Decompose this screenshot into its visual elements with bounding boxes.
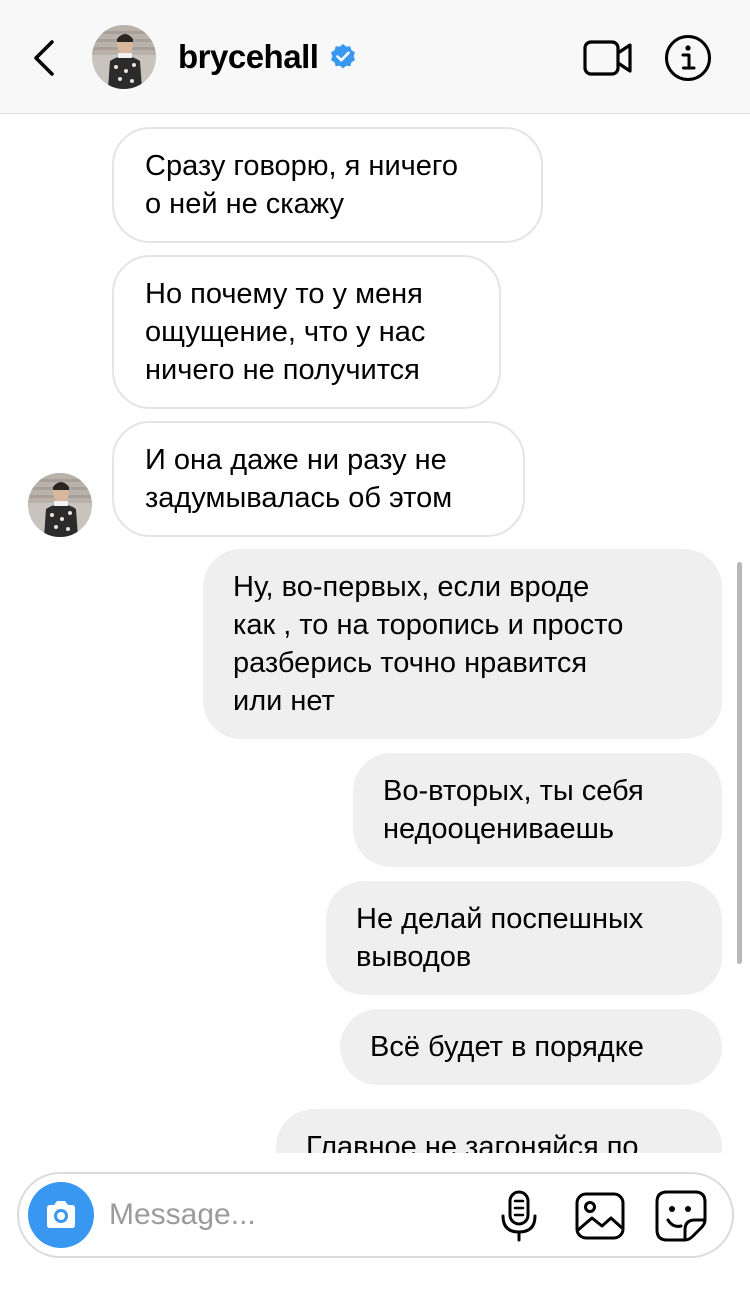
info-button[interactable] bbox=[664, 34, 712, 82]
message-bubble-outgoing[interactable]: Всё будет в порядке bbox=[340, 1009, 722, 1085]
verified-badge-icon bbox=[331, 44, 355, 69]
gallery-button[interactable] bbox=[575, 1192, 625, 1240]
voice-message-button[interactable] bbox=[499, 1190, 539, 1242]
message-text: И она даже ни разу не задумывалась об эт… bbox=[145, 444, 453, 514]
sticker-icon bbox=[655, 1190, 707, 1242]
message-text: Ну, во-первых, если вроде как , то на то… bbox=[233, 571, 624, 717]
message-bubble-incoming[interactable]: Но почему то у меня ощущение, что у нас … bbox=[112, 255, 501, 409]
profile-avatar[interactable] bbox=[92, 25, 156, 89]
message-text: Сразу говорю, я ничего о ней не скажу bbox=[145, 150, 458, 220]
camera-icon bbox=[47, 1201, 75, 1228]
chat-header: brycehall bbox=[0, 0, 750, 114]
camera-button[interactable] bbox=[28, 1182, 94, 1248]
message-text: Всё будет в порядке bbox=[370, 1031, 644, 1063]
chat-username[interactable]: brycehall bbox=[178, 36, 319, 78]
back-button[interactable] bbox=[28, 36, 64, 80]
message-composer bbox=[17, 1172, 734, 1258]
chevron-left-icon bbox=[34, 40, 54, 76]
message-thread[interactable]: Сразу говорю, я ничего о ней не скажу Но… bbox=[0, 115, 750, 1153]
sender-avatar[interactable] bbox=[28, 473, 92, 537]
message-bubble-outgoing[interactable]: Во-вторых, ты себя недооцениваешь bbox=[353, 753, 722, 867]
scrollbar[interactable] bbox=[737, 562, 742, 964]
video-camera-icon bbox=[583, 40, 632, 76]
message-text: Главное не загоняйся по bbox=[306, 1131, 639, 1153]
message-bubble-outgoing[interactable]: Не делай поспешных выводов bbox=[326, 881, 722, 995]
message-text: Не делай поспешных выводов bbox=[356, 903, 644, 973]
gallery-icon bbox=[575, 1192, 625, 1240]
message-bubble-incoming[interactable]: Сразу говорю, я ничего о ней не скажу bbox=[112, 127, 543, 243]
video-call-button[interactable] bbox=[583, 38, 633, 78]
sticker-button[interactable] bbox=[655, 1190, 707, 1242]
message-bubble-incoming[interactable]: И она даже ни разу не задумывалась об эт… bbox=[112, 421, 525, 537]
message-text: Но почему то у меня ощущение, что у нас … bbox=[145, 278, 426, 386]
microphone-icon bbox=[501, 1190, 537, 1242]
message-text: Во-вторых, ты себя недооцениваешь bbox=[383, 775, 644, 845]
message-bubble-outgoing[interactable]: Ну, во-первых, если вроде как , то на то… bbox=[203, 549, 722, 739]
message-bubble-outgoing[interactable]: Главное не загоняйся по bbox=[276, 1109, 722, 1153]
message-input[interactable] bbox=[109, 1190, 489, 1240]
info-icon bbox=[665, 35, 711, 81]
